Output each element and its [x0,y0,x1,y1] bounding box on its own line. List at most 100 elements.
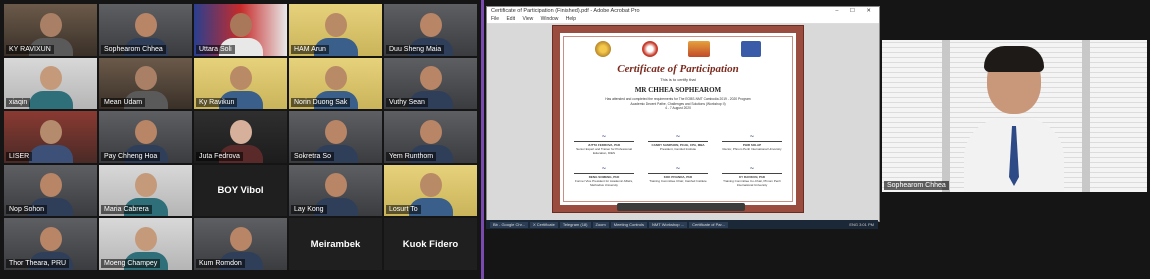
participant-name-tag: Sophearom Chhea [101,44,166,54]
participant-name-tag: Mean Udam [101,98,146,108]
participant-tile[interactable]: Losurt To [384,164,477,217]
signature-scribble: ~ [722,165,782,174]
participant-name-tag: Lay Kong [291,205,327,215]
participant-tile[interactable]: KY RAVIXUN [4,4,97,56]
participant-name-tag: LISER [6,151,33,161]
participant-tile[interactable]: Yem Runthom [384,111,477,163]
participant-tile[interactable]: Uttara Soli [194,4,287,56]
face [39,119,62,144]
participant-tile[interactable]: HAM Arun [289,4,382,56]
participant-tile[interactable]: Sophearom Chhea [99,4,192,56]
participant-name-tag: HAM Arun [291,44,329,54]
system-tray[interactable]: ENG 3:01 PM [849,222,878,227]
participant-tile[interactable]: Sokretra So [289,111,382,163]
face [134,226,157,251]
face [324,12,347,37]
taskbar-item[interactable]: Certificate of Par... [689,221,728,228]
participant-tile[interactable]: Kum Romdon [194,218,287,270]
participant-tile[interactable]: Vuthy Sean [384,57,477,110]
participant-name-tag: KY RAVIXUN [6,44,54,54]
signatory-role: Rector, Phnom Penh International Univers… [722,147,782,151]
signatory-role: President, Camfed Institute [659,147,697,151]
participant-tile[interactable]: Nop Sohon [4,164,97,217]
participant-name-tag: Vuthy Sean [386,98,428,108]
menu-edit[interactable]: Edit [506,16,515,22]
participant-tile[interactable]: Thor Theara, PRU [4,218,97,270]
menu-file[interactable]: File [491,16,499,22]
participant-tile[interactable]: xiaqin [4,57,97,110]
participant-tile[interactable]: Mean Udam [99,57,192,110]
signature-scribble: ~ [648,165,708,174]
window-frame [942,40,950,192]
speaker-person [964,46,1064,192]
participant-name-tag: Moeng Champey [101,258,161,268]
participant-tile[interactable]: BOY Vibol [194,164,287,217]
participant-tile[interactable]: Norin Duong Sak [289,57,382,110]
face [134,119,157,144]
camfed-logo [595,41,612,57]
participant-name-tag: Juta Fedrova [196,151,243,161]
face [39,173,62,198]
participant-name-tag: Uttara Soli [196,44,235,54]
taskbar-item[interactable]: NMT Workshop ... [648,221,688,228]
window-titlebar[interactable]: Certificate of Participation (Finished).… [487,7,879,16]
active-speaker-video[interactable]: Sophearom Chhea [882,40,1147,192]
speaker-hair [984,46,1044,72]
face [39,66,62,91]
face [39,12,62,37]
participant-tile[interactable]: Lay Kong [289,164,382,217]
participant-name-center: Kuok Fidero [402,238,459,250]
signature-block: ~ PHIR SOLAP Rector, Phnom Penh Internatio… [722,133,782,155]
signature-scribble: ~ [722,133,782,142]
taskbar-item[interactable]: Zoom [592,221,609,228]
participant-tile[interactable]: Ky Ravikun [194,57,287,110]
menu-help[interactable]: Help [566,16,576,22]
participant-tile[interactable]: Pay Chheng Hoa [99,111,192,163]
participant-name-tag: Sokretra So [291,151,334,161]
participant-tile[interactable]: LISER [4,111,97,163]
taskbar-item[interactable]: X Certificate [530,221,558,228]
face [324,119,347,144]
participant-tile[interactable]: Moeng Champey [99,218,192,270]
taskbar-item[interactable]: Bb - Google Chr... [490,221,529,228]
window-title: Certificate of Participation (Finished).… [491,8,640,14]
floating-page-toolbar[interactable] [617,203,745,211]
screen-divider [481,0,484,279]
participant-gallery: KY RAVIXUN Sophearom Chhea Uttara Soli HAM … [4,4,478,276]
signature-scribble: ~ [648,133,708,142]
nmt-logo [688,41,711,57]
certificate-body: Has attended and completed the requireme… [578,97,778,111]
signature-row-2: ~ DENG SOMENG, PhD Former Vice President f… [574,165,782,187]
acrobat-window[interactable]: Certificate of Participation (Finished).… [486,6,880,222]
certificate-body-line: Has attended and completed the requireme… [605,97,751,101]
participant-name-tag: Norin Duong Sak [291,98,351,108]
certificate-title: Certificate of Participation [617,63,739,75]
signature-block: ~ DENG SOMENG, PhD Former Vice President f… [574,165,634,187]
cvet-logo [641,41,658,57]
taskbar-item[interactable]: Meeting Controls [610,221,647,228]
document-viewport[interactable]: Certificate of Participation This is to … [487,24,879,221]
participant-name-tag: Thor Theara, PRU [6,258,70,268]
menu-bar: File Edit View Window Help [487,16,879,24]
face [134,66,157,91]
participant-tile[interactable]: Kuok Fidero [384,218,477,270]
participant-name-tag: Ky Ravikun [196,98,238,108]
menu-view[interactable]: View [522,16,533,22]
participant-tile[interactable]: Meirambek [289,218,382,270]
taskbar-item[interactable]: Telegram (18) [559,221,591,228]
window-controls[interactable]: – ☐ ✕ [835,7,876,16]
participant-tile[interactable]: Duu Sheng Maia [384,4,477,56]
participant-tile[interactable]: Juta Fedrova [194,111,287,163]
signatory-role: Senior Expert and Trainer for Profession… [576,147,632,155]
participant-name-tag: Pay Chheng Hoa [101,151,161,161]
participant-name-tag: Losurt To [386,205,421,215]
participant-name-tag: Maria Cabrera [101,205,152,215]
participant-name-tag: xiaqin [6,98,31,108]
face [419,119,442,144]
menu-window[interactable]: Window [541,16,559,22]
face [134,173,157,198]
participant-tile[interactable]: Maria Cabrera [99,164,192,217]
signature-scribble: ~ [574,133,634,142]
signature-row-1: ~ JUTTA FEDROVA, PhD Senior Expert and Tra… [574,133,782,155]
dies-logo [740,41,761,57]
